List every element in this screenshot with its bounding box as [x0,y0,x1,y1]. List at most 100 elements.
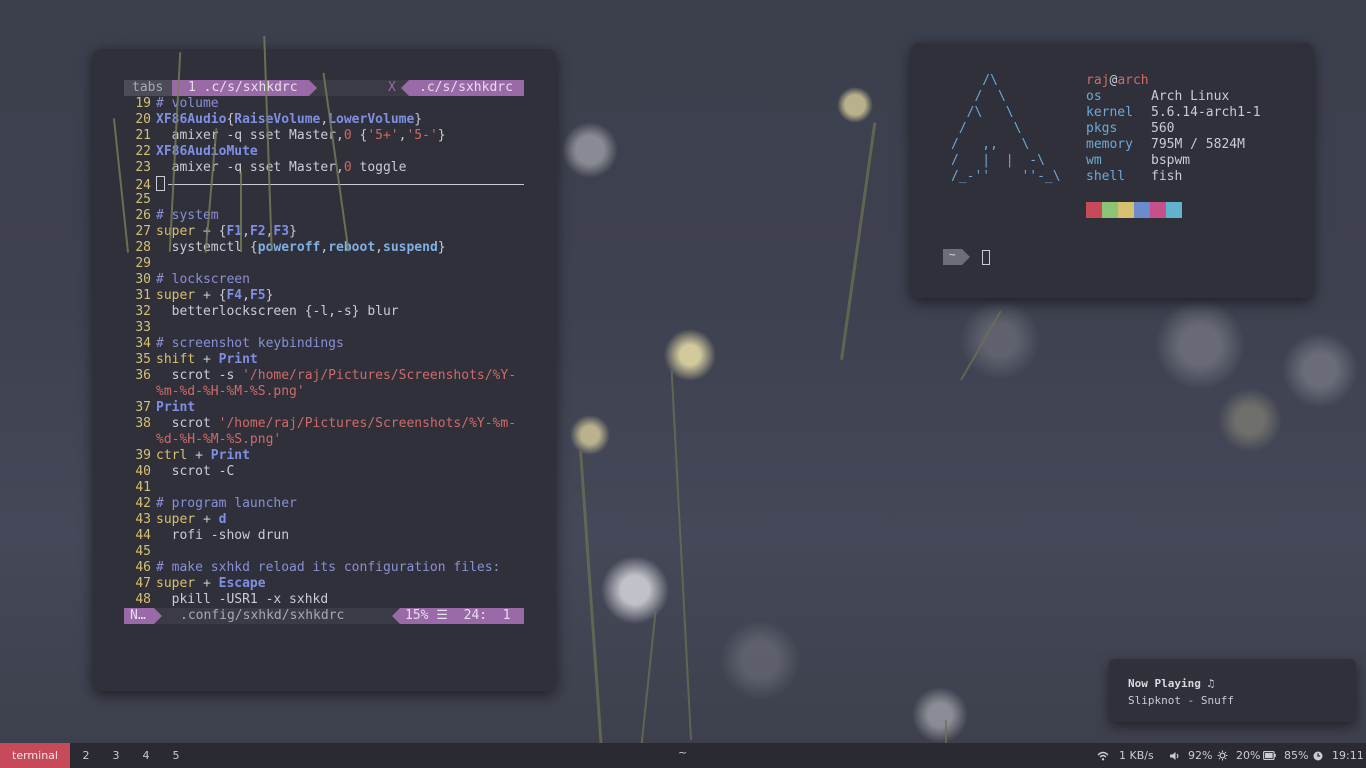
code-line[interactable]: 21 amixer -q sset Master,0 {'5+','5-'} [124,128,524,144]
line-number: 37 [135,400,151,415]
network-module[interactable]: 1 KB/s [1097,743,1154,768]
code-line[interactable]: 41 [124,480,524,496]
code-buffer[interactable]: 19 # volume 20 XF86Audio {RaiseVolume, LowerV… [124,96,524,608]
line-number: 35 [135,352,151,367]
code-token: betterlockscreen {-l,-s} blur [156,304,399,319]
info-value: fish [1151,169,1183,184]
line-number: 23 [135,160,151,175]
workspace-2[interactable]: 2 [78,743,94,768]
line-number: 28 [135,240,151,255]
code-line[interactable]: 47 super + Escape [124,576,524,592]
code-token: F3 [273,224,290,239]
code-line[interactable]: 37 Print [124,400,524,416]
code-line[interactable]: 30 # lockscreen [124,272,524,288]
editor[interactable]: tabs 1 .c/s/sxhkdrc X .c/s/sxhkdrc 19 # v… [124,80,524,624]
now-playing-notification[interactable]: Now Playing ♫ Slipknot - Snuff [1109,659,1356,722]
code-token: XF86AudioMute [156,144,258,159]
code-line[interactable]: 34 # screenshot keybindings [124,336,524,352]
code-line[interactable]: 33 [124,320,524,336]
info-key: kernel [1086,105,1133,120]
code-token: 0 [343,160,352,175]
code-line[interactable]: 48 pkill -USR1 -x sxhkd [124,592,524,608]
terminal-window[interactable]: tabs 1 .c/s/sxhkdrc X .c/s/sxhkdrc 19 # v… [93,49,556,691]
brightness-module[interactable]: 20% [1217,743,1260,768]
code-line[interactable]: %m-%d-%H-%M-%S.png' [124,384,524,400]
code-token: d [218,512,227,527]
code-line[interactable]: 32 betterlockscreen {-l,-s} blur [124,304,524,320]
info-row-pkgs: pkgs 560 [1086,121,1261,137]
notification-body: Slipknot - Snuff [1128,694,1234,707]
line-number: 42 [135,496,151,511]
info-row-memory: memory 795M / 5824M [1086,137,1261,153]
info-row-shell: shell fish [1086,169,1261,185]
close-tab-button[interactable]: X [388,80,396,96]
code-line[interactable]: %d-%H-%M-%S.png' [124,432,524,448]
code-token: } [437,128,446,143]
code-line[interactable]: 43 super + d [124,512,524,528]
line-number: 47 [135,576,151,591]
current-tab[interactable]: 1 .c/s/sxhkdrc [172,80,309,96]
code-token: # lockscreen [156,272,250,287]
clock-icon [1313,751,1323,760]
tab-separator [401,80,409,96]
code-token: , [242,288,250,303]
code-line[interactable]: 25 [124,192,524,208]
code-line[interactable]: 23 amixer -q sset Master,0 toggle [124,160,524,176]
info-value: 560 [1151,121,1175,136]
code-line[interactable]: 38 scrot '/home/raj/Pictures/Screenshots… [124,416,524,432]
line-number: 22 [135,144,151,159]
neofetch-terminal-window[interactable]: /\ / \ /\ \ / \ / ,, \ / | | -\ /_-'' ''… [911,43,1313,298]
code-line[interactable]: 28 systemctl {poweroff,reboot,suspend} [124,240,524,256]
volume-level: 92% [1188,749,1213,762]
code-line[interactable]: 46 # make sxhkd reload its configuration … [124,560,524,576]
line-number: 19 [135,96,151,111]
shell-prompt[interactable]: ~ [943,249,990,265]
user-host: raj@arch [1086,73,1261,89]
photo-flower-stem [240,172,242,252]
wallpaper-flower-stem [840,122,877,361]
statusline-separator [392,608,400,624]
code-line[interactable]: 39 ctrl + Print [124,448,524,464]
code-line[interactable]: 19 # volume [124,96,524,112]
brightness-level: 20% [1236,749,1261,762]
code-token: F2 [249,224,266,239]
line-number: 33 [135,320,151,335]
code-line[interactable]: 42 # program launcher [124,496,524,512]
terminal-cursor [981,249,990,265]
code-line[interactable]: 44 rofi -show drun [124,528,524,544]
volume-module[interactable]: 92% [1169,743,1212,768]
code-line[interactable]: 22 XF86AudioMute [124,144,524,160]
code-token: %m-%d-%H-%M-%S.png' [156,384,305,399]
cursor-position: 15% ☰ 24: 1 [400,608,524,624]
workspace-terminal[interactable]: terminal [0,743,70,768]
code-line[interactable]: 29 [124,256,524,272]
color-palette [1086,202,1182,218]
palette-swatch [1118,202,1134,218]
file-path: .config/sxhkd/sxhkdrc [180,608,345,623]
battery-module[interactable]: 85% [1263,743,1308,768]
code-token: pkill -USR1 -x sxhkd [156,592,329,607]
code-line[interactable]: 26 # system [124,208,524,224]
code-line[interactable]: 45 [124,544,524,560]
info-value: 5.6.14-arch1-1 [1151,105,1261,120]
wallpaper-flower-stem [670,370,692,741]
line-number: 43 [135,512,151,527]
code-line[interactable]: 31 super + {F4,F5} [124,288,524,304]
code-token: # program launcher [156,496,297,511]
clock-module[interactable]: 19:11 [1313,743,1364,768]
code-line[interactable]: 24 [124,176,524,193]
tab-separator [309,80,317,96]
code-line[interactable]: 20 XF86Audio{RaiseVolume,LowerVolume} [124,112,524,128]
code-line[interactable]: 35 shift + Print [124,352,524,368]
code-line[interactable]: 36 scrot -s '/home/raj/Pictures/Screensh… [124,368,524,384]
info-row-os: os Arch Linux [1086,89,1261,105]
system-info: raj@arch os Arch Linux kernel 5.6.14-arch1-… [1086,73,1261,185]
workspace-4[interactable]: 4 [138,743,154,768]
code-line[interactable]: 40 scrot -C [124,464,524,480]
code-line[interactable]: 27super + {F1,F2,F3} [124,224,524,240]
code-token: scrot [156,416,219,431]
wifi-icon [1097,751,1109,760]
line-number: 32 [135,304,151,319]
workspace-5[interactable]: 5 [168,743,184,768]
workspace-3[interactable]: 3 [108,743,124,768]
